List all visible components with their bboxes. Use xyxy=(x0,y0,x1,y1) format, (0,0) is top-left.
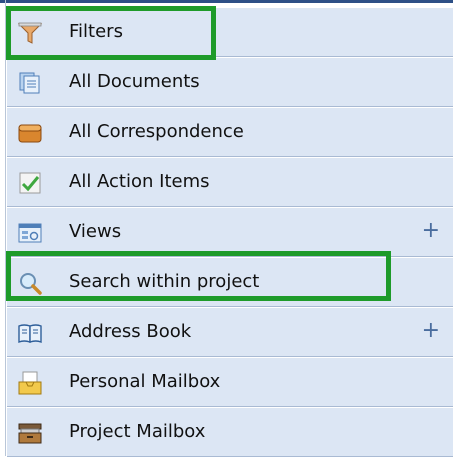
nav-item-all-action-items[interactable]: All Action Items xyxy=(7,158,453,207)
nav-item-label: Views xyxy=(69,221,122,242)
nav-item-label: All Documents xyxy=(69,71,200,92)
nav-item-personal-mailbox[interactable]: Personal Mailbox xyxy=(7,358,453,407)
nav-item-all-correspondence[interactable]: All Correspondence xyxy=(7,108,453,157)
panel-left-divider xyxy=(5,0,6,456)
nav-list: Filters All Documents All Correspondence… xyxy=(7,8,453,457)
project-mailbox-icon xyxy=(18,421,42,445)
search-icon xyxy=(18,271,42,295)
nav-item-filters[interactable]: Filters xyxy=(7,8,453,57)
nav-item-views[interactable]: Views + xyxy=(7,208,453,257)
checkmark-icon xyxy=(18,171,42,195)
nav-item-label: Project Mailbox xyxy=(69,421,206,442)
nav-item-search-within-project[interactable]: Search within project xyxy=(7,258,453,307)
filter-icon xyxy=(17,21,43,45)
expand-views-button[interactable]: + xyxy=(422,208,440,254)
nav-item-label: Address Book xyxy=(69,321,192,342)
expand-address-book-button[interactable]: + xyxy=(422,308,440,354)
nav-item-label: Filters xyxy=(69,21,123,42)
nav-item-label: Personal Mailbox xyxy=(69,371,221,392)
correspondence-icon xyxy=(18,121,42,145)
personal-mailbox-icon xyxy=(18,371,42,395)
address-book-icon xyxy=(18,321,42,345)
nav-item-label: All Action Items xyxy=(69,171,210,192)
panel-top-border xyxy=(0,0,453,3)
documents-icon xyxy=(18,71,42,95)
navigation-panel: Filters All Documents All Correspondence… xyxy=(0,0,453,457)
views-icon xyxy=(18,221,42,245)
nav-item-label: All Correspondence xyxy=(69,121,244,142)
nav-item-project-mailbox[interactable]: Project Mailbox xyxy=(7,408,453,457)
nav-item-all-documents[interactable]: All Documents xyxy=(7,58,453,107)
nav-item-label: Search within project xyxy=(69,271,260,292)
nav-item-address-book[interactable]: Address Book + xyxy=(7,308,453,357)
